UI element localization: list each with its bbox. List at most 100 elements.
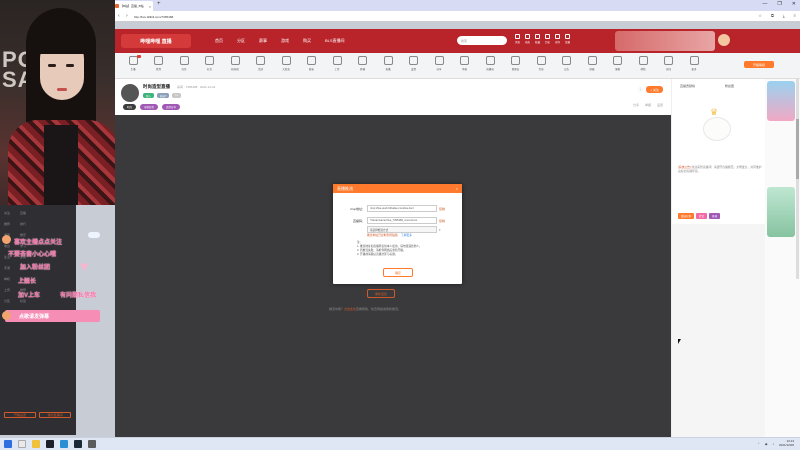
tab-fanclub[interactable]: 粉丝团 [725,84,734,88]
sidebar-item[interactable]: 排行 [20,222,26,226]
tag-item[interactable]: 时尚 [123,104,137,110]
tool-item[interactable]: 举报 [455,56,475,71]
tool-item[interactable]: 房间 [659,56,679,71]
tool-item[interactable]: 帮助 [633,56,653,71]
close-window-button[interactable]: ✕ [792,1,796,7]
nav-shop[interactable]: 购买 [303,38,311,44]
tool-item[interactable]: 大航海 [276,56,296,71]
chat-feed[interactable] [672,224,766,437]
search-icon[interactable] [18,440,26,448]
maximize-button[interactable]: ❐ [777,1,781,7]
tool-item[interactable]: 管理员 [506,56,526,71]
new-tab-button[interactable]: + [157,1,161,7]
forward-icon[interactable]: › [126,13,128,19]
header-icon-create[interactable]: 创作 [555,34,560,44]
close-icon[interactable]: × [456,186,458,191]
tool-item[interactable]: 公告 [557,56,577,71]
volume-icon[interactable]: ♪ [772,442,774,446]
nav-esports[interactable]: 赛事 [259,38,267,44]
tool-item[interactable]: 主播 [123,55,143,71]
level-badge[interactable]: 开播等级 [744,61,774,68]
scrollbar-thumb[interactable] [796,119,799,179]
method-select[interactable]: 请选择推流方式 ▾ [367,226,441,233]
menu-icon[interactable]: ≡ [794,13,796,18]
clock[interactable]: 13:13 2021/12/06 [779,439,794,447]
reconnect-button[interactable]: 重新连接 [367,289,395,298]
sidebar-item[interactable]: 关注 [4,211,10,215]
follow-button[interactable]: + 关注 [646,86,663,93]
sidebar-item[interactable]: 推荐 [4,222,10,226]
tray-up-icon[interactable]: ⌃ [757,442,760,446]
hint-link[interactable]: 点击此处 [344,307,356,311]
confirm-button[interactable]: 确定 [383,268,413,277]
obs-icon[interactable] [88,440,96,448]
header-icon-favorites[interactable]: 收藏 [535,34,540,44]
page-scrollbar[interactable] [796,79,799,279]
ad-banner[interactable] [767,187,795,237]
settings-button[interactable]: 设置 [657,103,663,107]
tab-contribution[interactable]: 直播贡献榜 [680,84,695,88]
server-address-field[interactable]: rtmp://live-push.bilivideo.com/live-bvc/ [367,205,437,212]
gift-button[interactable]: 赠送礼物 [678,213,695,219]
nav-games[interactable]: 游戏 [281,38,289,44]
tool-item[interactable]: 互动 [531,56,551,71]
header-icon-dynamic[interactable]: 动态 [525,34,530,44]
header-icon-history[interactable]: 历史 [545,34,550,44]
bookmark-icon[interactable]: ☆ [758,13,762,18]
tool-item[interactable]: 开播 [353,56,373,71]
minimize-button[interactable]: — [762,1,767,7]
my-room-button[interactable]: 我的直播间 [39,412,71,418]
user-avatar[interactable] [718,34,730,46]
tool-item[interactable]: 分享 [429,56,449,71]
network-icon[interactable]: ◉ [765,442,768,446]
tool-item[interactable]: 签到 [149,56,169,71]
browser-tab[interactable]: 【B站】直播_B站 × [113,1,153,11]
tag-item[interactable]: 穿搭日常 [140,104,159,110]
learn-more-link[interactable]: 了解更多 [401,233,412,237]
stream-settings-button[interactable]: 开播设置 [4,412,36,418]
streamer-avatar[interactable] [121,84,139,102]
nav-home[interactable]: 首页 [215,38,223,44]
file-explorer-icon[interactable] [32,440,40,448]
tool-item[interactable]: 设置 [404,56,424,71]
url-input[interactable]: http://live.bilibili.com/7365468 [134,13,714,20]
header-icon-messages[interactable]: 消息 [515,34,520,44]
tab-close-icon[interactable]: × [149,4,151,9]
hint-suffix: 查看帮助，检查网络或重新推流。 [356,307,402,311]
tool-item[interactable]: 活动 [251,56,271,71]
nav-category[interactable]: 分区 [237,38,245,44]
site-logo[interactable]: 哔哩哔哩 直播 [121,34,191,48]
browser-icon[interactable] [60,440,68,448]
app-icon[interactable] [46,440,54,448]
tool-item[interactable]: 礼包 [200,56,220,71]
tool-item[interactable]: 弹幕 [608,56,628,71]
tool-item[interactable]: 任务 [174,56,194,71]
tool-item[interactable]: 上传 [327,56,347,71]
tool-item[interactable]: 直播间 [480,56,500,71]
stream-key-field[interactable]: ?streamname=live_7365468_xxxxxxxxxx [367,217,437,224]
extensions-icon[interactable]: ⧉ [771,13,774,18]
download-icon[interactable]: ⤓ [783,13,785,18]
ad-banner[interactable] [767,81,795,121]
header-search-input[interactable]: 搜索 [457,36,507,45]
steam-icon[interactable] [74,440,82,448]
share-button[interactable]: 分享 [633,103,639,107]
open-button[interactable]: 开通 [709,213,721,219]
start-menu-icon[interactable] [4,440,12,448]
sidebar-item[interactable]: 直播 [20,211,26,215]
info-icon[interactable]: ⓘ [638,87,642,93]
header-icon-upload[interactable]: 投稿 [565,34,570,44]
header-banner-image[interactable] [615,31,715,51]
tag-item[interactable]: 造型分享 [162,104,181,110]
report-button[interactable]: 举报 [645,103,651,107]
tool-item[interactable]: 更多 [684,56,704,71]
copy-key-button[interactable]: 复制 [439,219,445,223]
tool-item[interactable]: 屏蔽 [582,56,602,71]
back-icon[interactable]: ‹ [118,13,120,19]
tool-item[interactable]: 舰长 [302,56,322,71]
nav-bls[interactable]: BLS直播间 [325,38,345,44]
copy-server-button[interactable]: 复制 [439,207,445,211]
tool-item[interactable]: 直播 [378,56,398,71]
tip-button[interactable]: 打赏 [696,213,708,219]
tool-item[interactable]: 粉丝团 [225,56,245,71]
